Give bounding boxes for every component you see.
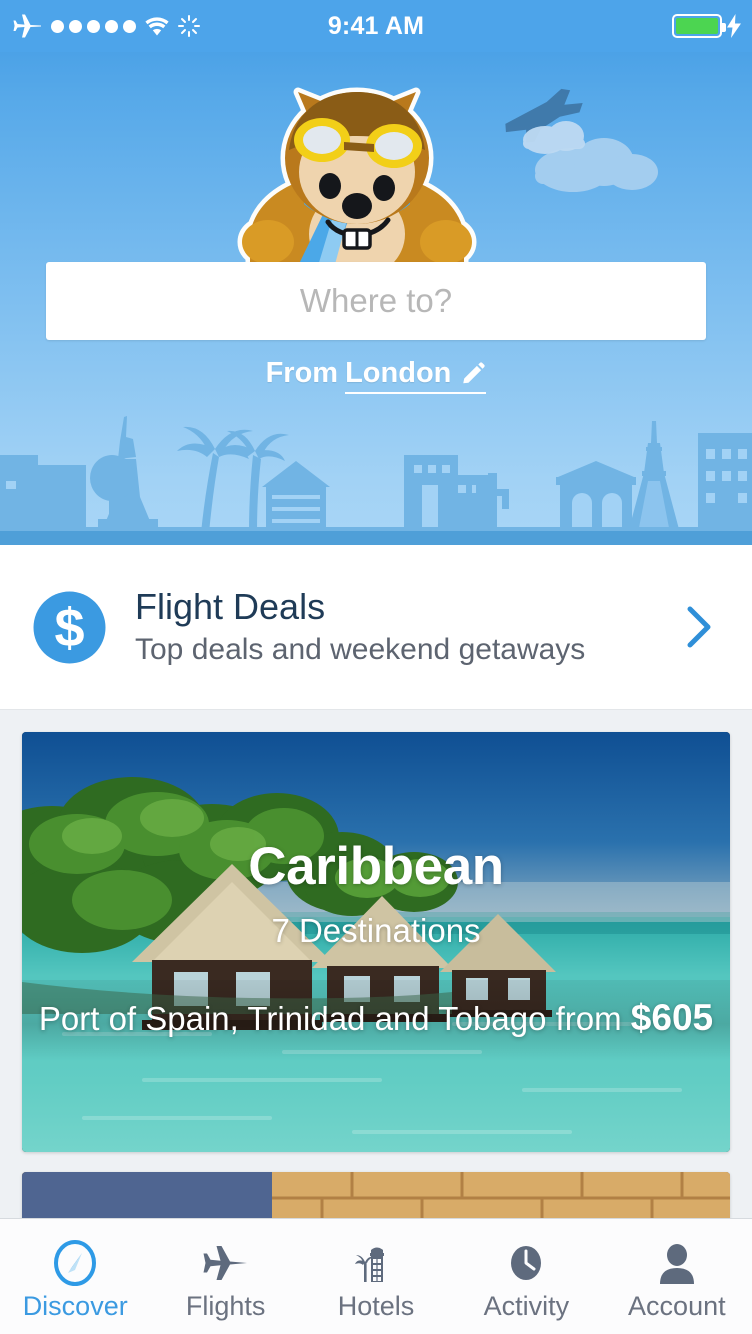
airplane-mode-icon [13,14,41,38]
lightning-bolt-icon [727,14,741,38]
tab-flights[interactable]: Flights [150,1219,300,1334]
flight-deals-title: Flight Deals [135,585,326,627]
flight-deals-subtitle: Top deals and weekend getaways [135,633,586,667]
person-icon [659,1243,694,1284]
tab-hotels-label: Hotels [337,1290,415,1321]
status-bar: 9:41 AM [0,0,752,52]
origin-row[interactable]: From London [0,357,752,394]
destination-card[interactable]: Caribbean 7 Destinations Port of Spain, … [22,732,730,1152]
wifi-icon [145,17,169,36]
signal-strength-dots [51,19,136,33]
city-skyline-silhouette [0,416,752,533]
chevron-right-icon[interactable] [682,603,716,651]
bottom-tab-bar[interactable]: Discover Flights Hotels Activity Account [0,1218,752,1334]
card-price-value: $605 [630,997,714,1038]
origin-city-label: London [345,357,452,389]
search-box[interactable] [46,262,706,340]
origin-city-button[interactable]: London [345,357,487,394]
spinner-icon [178,15,200,37]
card-photo-ruins [22,1172,730,1218]
hotel-building-palm-icon [355,1247,385,1282]
card-price-label: Port of Spain, Trinidad and Tobago from [38,1000,631,1037]
hero-header: FromLondon [0,0,752,545]
signal-dot [51,19,64,33]
card-title: Caribbean [248,837,504,896]
flight-deals-row[interactable]: $ Flight Deals Top deals and weekend get… [0,545,752,710]
card-price-line: Port of Spain, Trinidad and Tobago from … [22,997,730,1039]
airplane-icon [203,1245,247,1280]
signal-dot [105,19,118,33]
tab-account-label: Account [628,1290,726,1321]
destination-card[interactable] [22,1172,730,1218]
signal-dot [87,19,100,33]
signal-dot [123,19,136,33]
battery-icon [672,14,726,38]
destination-card-list[interactable]: Caribbean 7 Destinations Port of Spain, … [0,710,752,1218]
tab-hotels[interactable]: Hotels [301,1219,451,1334]
signal-dot [69,19,82,33]
tab-discover-label: Discover [22,1290,128,1321]
clock-icon [511,1245,542,1280]
svg-text:$: $ [54,598,84,658]
tab-flights-label: Flights [185,1290,266,1321]
origin-prefix-label: From [265,357,339,389]
card-subtitle: 7 Destinations [271,912,481,949]
tab-account[interactable]: Account [602,1219,752,1334]
pencil-icon[interactable] [460,361,486,387]
skyline-ground [0,531,752,545]
search-input[interactable] [46,262,706,340]
compass-icon [54,1239,97,1286]
tab-discover[interactable]: Discover [0,1219,150,1334]
tab-activity[interactable]: Activity [451,1219,601,1334]
chipmunk-pilot-mascot [237,87,477,278]
dollar-circle-icon: $ [33,591,106,663]
tab-activity-label: Activity [483,1290,570,1321]
card-text-overlay: Caribbean 7 Destinations Port of Spain, … [22,732,730,1152]
